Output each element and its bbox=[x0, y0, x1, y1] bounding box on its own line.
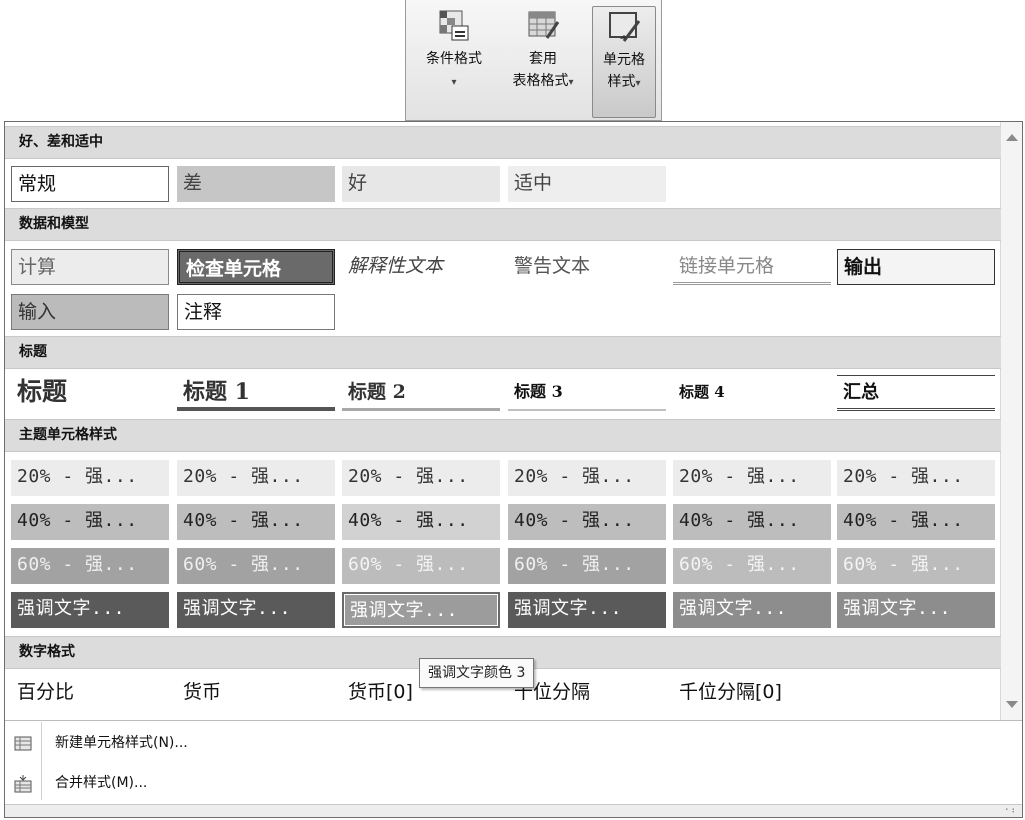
style-check-cell[interactable]: 检查单元格 bbox=[177, 249, 335, 285]
format-as-table-label-1: 套用 bbox=[529, 51, 557, 67]
cell-styles-icon bbox=[609, 12, 641, 42]
section-header-data-model: 数据和模型 bbox=[5, 208, 1001, 241]
cell-styles-label-2: 样式 bbox=[607, 74, 636, 90]
scroll-down-icon[interactable] bbox=[1006, 701, 1018, 708]
merge-styles-menu-item[interactable]: 合并样式(M)... bbox=[5, 763, 1022, 803]
new-cell-style-icon bbox=[14, 736, 32, 751]
style-20-accent-2[interactable]: 20% - 强... bbox=[177, 460, 335, 496]
style-accent-5[interactable]: 强调文字... bbox=[673, 592, 831, 628]
style-heading-1[interactable]: 标题 1 bbox=[177, 375, 335, 411]
chevron-down-icon: ▾ bbox=[568, 77, 574, 88]
conditional-format-button[interactable]: 条件格式 ▾ bbox=[414, 6, 494, 118]
style-20-accent-1[interactable]: 20% - 强... bbox=[11, 460, 169, 496]
section-header-themed: 主题单元格样式 bbox=[5, 419, 1001, 452]
style-20-accent-6[interactable]: 20% - 强... bbox=[837, 460, 995, 496]
style-heading-3[interactable]: 标题 3 bbox=[508, 375, 666, 411]
style-heading-2[interactable]: 标题 2 bbox=[342, 375, 500, 411]
resize-grip-icon[interactable]: ⠂⠆ bbox=[1005, 807, 1018, 816]
style-explanatory-text[interactable]: 解释性文本 bbox=[342, 249, 500, 285]
style-calculation[interactable]: 计算 bbox=[11, 249, 169, 285]
style-accent-2[interactable]: 强调文字... bbox=[177, 592, 335, 628]
style-20-accent-4[interactable]: 20% - 强... bbox=[508, 460, 666, 496]
style-60-accent-1[interactable]: 60% - 强... bbox=[11, 548, 169, 584]
ribbon-styles-group: 条件格式 ▾ 套用 表格格式▾ 单元格 样式▾ bbox=[405, 0, 662, 121]
style-40-accent-1[interactable]: 40% - 强... bbox=[11, 504, 169, 540]
style-percent[interactable]: 百分比 bbox=[11, 675, 169, 711]
style-warning-text[interactable]: 警告文本 bbox=[508, 249, 666, 285]
style-60-accent-2[interactable]: 60% - 强... bbox=[177, 548, 335, 584]
scroll-up-icon[interactable] bbox=[1006, 134, 1018, 141]
style-heading-4[interactable]: 标题 4 bbox=[673, 375, 831, 411]
style-input[interactable]: 输入 bbox=[11, 294, 169, 330]
style-comma-0[interactable]: 千位分隔[0] bbox=[673, 675, 831, 711]
format-as-table-button[interactable]: 套用 表格格式▾ bbox=[496, 6, 590, 118]
style-note[interactable]: 注释 bbox=[177, 294, 335, 330]
style-total[interactable]: 汇总 bbox=[837, 375, 995, 411]
section-header-good-bad: 好、差和适中 bbox=[5, 126, 1001, 159]
conditional-format-label: 条件格式 bbox=[426, 51, 482, 67]
cell-styles-button[interactable]: 单元格 样式▾ bbox=[592, 6, 656, 118]
style-60-accent-4[interactable]: 60% - 强... bbox=[508, 548, 666, 584]
style-accent-4[interactable]: 强调文字... bbox=[508, 592, 666, 628]
new-cell-style-label: 新建单元格样式(N)... bbox=[55, 735, 188, 751]
conditional-format-icon bbox=[439, 10, 469, 41]
chevron-down-icon: ▾ bbox=[635, 78, 641, 89]
style-40-accent-4[interactable]: 40% - 强... bbox=[508, 504, 666, 540]
style-20-accent-5[interactable]: 20% - 强... bbox=[673, 460, 831, 496]
format-as-table-label-2: 表格格式 bbox=[512, 73, 569, 89]
style-60-accent-5[interactable]: 60% - 强... bbox=[673, 548, 831, 584]
format-as-table-icon bbox=[528, 11, 560, 39]
style-20-accent-3[interactable]: 20% - 强... bbox=[342, 460, 500, 496]
style-tooltip: 强调文字颜色 3 bbox=[419, 658, 535, 688]
style-accent-1[interactable]: 强调文字... bbox=[11, 592, 169, 628]
menu-separator bbox=[5, 720, 1022, 721]
style-output[interactable]: 输出 bbox=[837, 249, 995, 285]
merge-styles-icon bbox=[14, 775, 32, 793]
style-good[interactable]: 好 bbox=[342, 166, 500, 202]
style-40-accent-6[interactable]: 40% - 强... bbox=[837, 504, 995, 540]
style-60-accent-6[interactable]: 60% - 强... bbox=[837, 548, 995, 584]
chevron-down-icon: ▾ bbox=[451, 77, 457, 88]
style-normal[interactable]: 常规 bbox=[11, 166, 169, 202]
section-header-titles: 标题 bbox=[5, 336, 1001, 369]
cell-styles-label-1: 单元格 bbox=[603, 52, 645, 68]
new-cell-style-menu-item[interactable]: 新建单元格样式(N)... bbox=[5, 723, 1022, 763]
merge-styles-label: 合并样式(M)... bbox=[55, 775, 148, 791]
style-currency[interactable]: 货币 bbox=[177, 675, 335, 711]
style-linked-cell[interactable]: 链接单元格 bbox=[673, 249, 831, 285]
gallery-footer: ⠂⠆ bbox=[5, 804, 1022, 817]
style-40-accent-5[interactable]: 40% - 强... bbox=[673, 504, 831, 540]
style-neutral[interactable]: 适中 bbox=[508, 166, 666, 202]
style-accent-3[interactable]: 强调文字... bbox=[342, 592, 500, 628]
style-40-accent-2[interactable]: 40% - 强... bbox=[177, 504, 335, 540]
style-accent-6[interactable]: 强调文字... bbox=[837, 592, 995, 628]
style-title[interactable]: 标题 bbox=[11, 375, 169, 411]
style-bad[interactable]: 差 bbox=[177, 166, 335, 202]
style-40-accent-3[interactable]: 40% - 强... bbox=[342, 504, 500, 540]
gallery-scrollbar[interactable] bbox=[1000, 122, 1022, 720]
style-60-accent-3[interactable]: 60% - 强... bbox=[342, 548, 500, 584]
cell-styles-gallery: 好、差和适中 常规 差 好 适中 数据和模型 计算 检查单元格 解释性文本 警告… bbox=[4, 121, 1023, 818]
